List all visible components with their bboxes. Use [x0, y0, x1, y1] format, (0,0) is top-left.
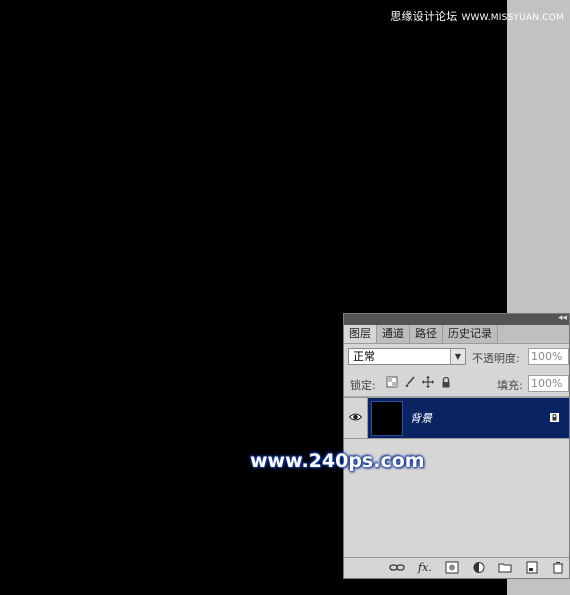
eye-icon[interactable]	[349, 412, 362, 422]
add-mask-icon[interactable]	[445, 561, 459, 574]
layer-lock-icon	[550, 413, 559, 422]
fx-icon[interactable]: fx.	[418, 561, 432, 574]
layer-name[interactable]: 背景	[410, 410, 432, 426]
opacity-label: 不透明度:	[472, 352, 520, 365]
lock-label: 锁定:	[350, 379, 376, 392]
lock-move-icon[interactable]	[422, 376, 434, 388]
lock-brush-icon[interactable]	[404, 376, 416, 388]
new-layer-icon[interactable]	[525, 561, 539, 574]
lock-row: 锁定: 填充: 100%	[344, 370, 569, 397]
new-group-icon[interactable]	[498, 561, 512, 574]
blend-mode-select[interactable]: 正常 ▼	[348, 348, 466, 365]
watermark-top: 思缘设计论坛 WWW.MISSYUAN.COM	[390, 8, 564, 24]
layer-row-background[interactable]: 背景	[344, 397, 569, 439]
fill-input[interactable]: 100%	[528, 375, 569, 392]
lock-all-icon[interactable]	[440, 376, 452, 388]
blend-row: 正常 ▼ 不透明度: 100%	[344, 344, 569, 370]
tab-channels[interactable]: 通道	[377, 325, 410, 343]
visibility-toggle[interactable]	[344, 398, 368, 438]
opacity-input[interactable]: 100%	[528, 348, 569, 365]
panel-titlebar[interactable]: ◂◂	[344, 312, 569, 325]
chevron-down-icon[interactable]: ▼	[450, 349, 465, 364]
panel-tabs: 图层 通道 路径 历史记录	[344, 325, 569, 344]
tab-paths[interactable]: 路径	[410, 325, 443, 343]
collapse-icon[interactable]: ◂◂	[558, 312, 567, 325]
layer-thumbnail[interactable]	[371, 401, 403, 436]
fill-label: 填充:	[497, 379, 523, 392]
watermark-center: www.240ps.com	[250, 450, 425, 472]
link-layers-icon[interactable]	[389, 561, 405, 574]
lock-transparent-icon[interactable]	[386, 376, 398, 388]
delete-layer-icon[interactable]	[551, 561, 565, 574]
watermark-top-text: 思缘设计论坛	[390, 10, 458, 23]
adjustment-layer-icon[interactable]	[472, 561, 486, 574]
tab-layers[interactable]: 图层	[344, 325, 377, 343]
panel-footer: fx.	[344, 557, 569, 578]
blend-mode-value: 正常	[353, 350, 375, 363]
watermark-top-site: WWW.MISSYUAN.COM	[461, 13, 564, 23]
layers-panel: ◂◂ 图层 通道 路径 历史记录 正常 ▼ 不透明度: 100% 锁定: 填充:…	[343, 313, 570, 579]
tab-history[interactable]: 历史记录	[443, 325, 498, 343]
